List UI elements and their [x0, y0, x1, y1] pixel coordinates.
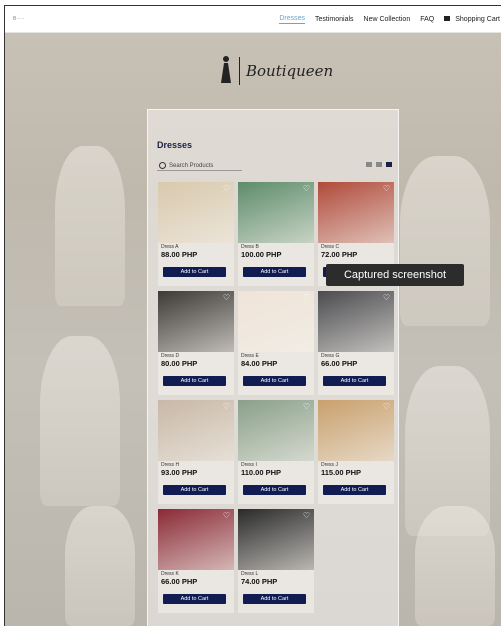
nav-new-collection[interactable]: New Collection [364, 16, 411, 23]
product-price: 74.00 PHP [241, 577, 278, 586]
nav-shopping-cart[interactable]: Shopping Cart [444, 16, 500, 23]
heart-icon[interactable]: ♡ [223, 185, 230, 193]
product-price: 84.00 PHP [241, 359, 278, 368]
product-card: ♡ Dress J 115.00 PHP Add to Cart [318, 400, 394, 504]
heart-icon[interactable]: ♡ [303, 294, 310, 302]
product-price: 115.00 PHP [321, 468, 362, 477]
nav-logo[interactable]: B····· [13, 16, 25, 22]
product-card: ♡ Dress A 88.00 PHP Add to Cart [158, 182, 234, 286]
add-to-cart-button[interactable]: Add to Cart [243, 267, 306, 277]
product-price: 100.00 PHP [241, 250, 282, 259]
heart-icon[interactable]: ♡ [223, 512, 230, 520]
add-to-cart-button[interactable]: Add to Cart [163, 267, 226, 277]
product-card: ♡ Dress E 84.00 PHP Add to Cart [238, 291, 314, 395]
product-card: ♡ Dress L 74.00 PHP Add to Cart [238, 509, 314, 613]
top-navigation: B····· Dresses Testimonials New Collecti… [5, 6, 501, 33]
background-dress [65, 506, 135, 626]
product-price: 110.00 PHP [241, 468, 282, 477]
product-card: ♡ Dress G 66.00 PHP Add to Cart [318, 291, 394, 395]
page-frame: B····· Dresses Testimonials New Collecti… [4, 5, 501, 626]
product-price: 80.00 PHP [161, 359, 198, 368]
add-to-cart-button[interactable]: Add to Cart [243, 594, 306, 604]
search-underline [157, 170, 242, 171]
product-card: ♡ Dress B 100.00 PHP Add to Cart [238, 182, 314, 286]
large-grid-view-icon[interactable] [386, 162, 392, 167]
add-to-cart-button[interactable]: Add to Cart [243, 485, 306, 495]
brand-divider [239, 57, 240, 85]
add-to-cart-button[interactable]: Add to Cart [163, 594, 226, 604]
cart-label: Shopping Cart [455, 15, 500, 23]
nav-links: Dresses Testimonials New Collection FAQ … [279, 6, 501, 32]
mannequin-icon [219, 56, 233, 86]
search-placeholder: Search Products [169, 162, 214, 169]
cart-icon [444, 16, 451, 22]
nav-faq[interactable]: FAQ [420, 16, 434, 23]
add-to-cart-button[interactable]: Add to Cart [323, 376, 386, 386]
background-dress [400, 156, 490, 326]
tooltip: Captured screenshot [326, 264, 464, 286]
products-panel: Dresses Search Products ♡ Dress A 88.00 PH… [147, 109, 399, 626]
product-card: ♡ Dress I 110.00 PHP Add to Cart [238, 400, 314, 504]
search-input[interactable]: Search Products [159, 162, 213, 169]
heart-icon[interactable]: ♡ [303, 185, 310, 193]
heart-icon[interactable]: ♡ [383, 185, 390, 193]
view-toggle [366, 162, 392, 167]
heart-icon[interactable]: ♡ [223, 294, 230, 302]
product-price: 72.00 PHP [321, 250, 358, 259]
list-view-icon[interactable] [366, 162, 372, 167]
heart-icon[interactable]: ♡ [383, 294, 390, 302]
grid-view-icon[interactable] [376, 162, 382, 167]
search-icon [159, 162, 166, 169]
heart-icon[interactable]: ♡ [303, 403, 310, 411]
brand-logo: Boutiqueen [219, 56, 333, 86]
section-title: Dresses [157, 140, 193, 150]
product-price: 66.00 PHP [321, 359, 358, 368]
background-dress [40, 336, 120, 506]
nav-testimonials[interactable]: Testimonials [315, 16, 354, 23]
product-price: 88.00 PHP [161, 250, 198, 259]
product-price: 66.00 PHP [161, 577, 198, 586]
background-dress [415, 506, 495, 626]
heart-icon[interactable]: ♡ [303, 512, 310, 520]
heart-icon[interactable]: ♡ [223, 403, 230, 411]
add-to-cart-button[interactable]: Add to Cart [243, 376, 306, 386]
add-to-cart-button[interactable]: Add to Cart [163, 485, 226, 495]
product-card: ♡ Dress K 66.00 PHP Add to Cart [158, 509, 234, 613]
add-to-cart-button[interactable]: Add to Cart [323, 485, 386, 495]
nav-dresses[interactable]: Dresses [279, 15, 306, 24]
product-card: ♡ Dress H 93.00 PHP Add to Cart [158, 400, 234, 504]
product-price: 93.00 PHP [161, 468, 198, 477]
background-dress [55, 146, 125, 306]
add-to-cart-button[interactable]: Add to Cart [163, 376, 226, 386]
product-card: ♡ Dress D 80.00 PHP Add to Cart [158, 291, 234, 395]
heart-icon[interactable]: ♡ [383, 403, 390, 411]
brand-name: Boutiqueen [246, 62, 334, 80]
